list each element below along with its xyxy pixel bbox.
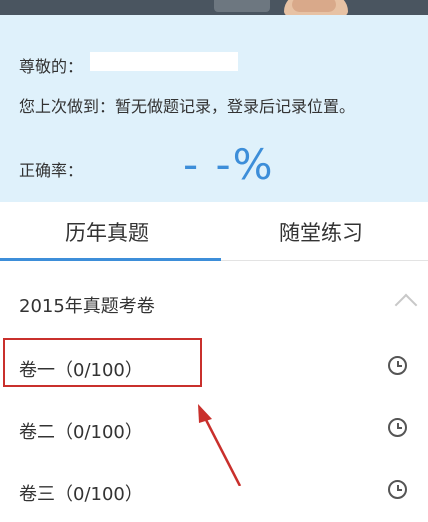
arrow-head	[198, 404, 212, 423]
arrow-shaft	[201, 413, 242, 486]
annotation-arrow	[198, 404, 242, 486]
